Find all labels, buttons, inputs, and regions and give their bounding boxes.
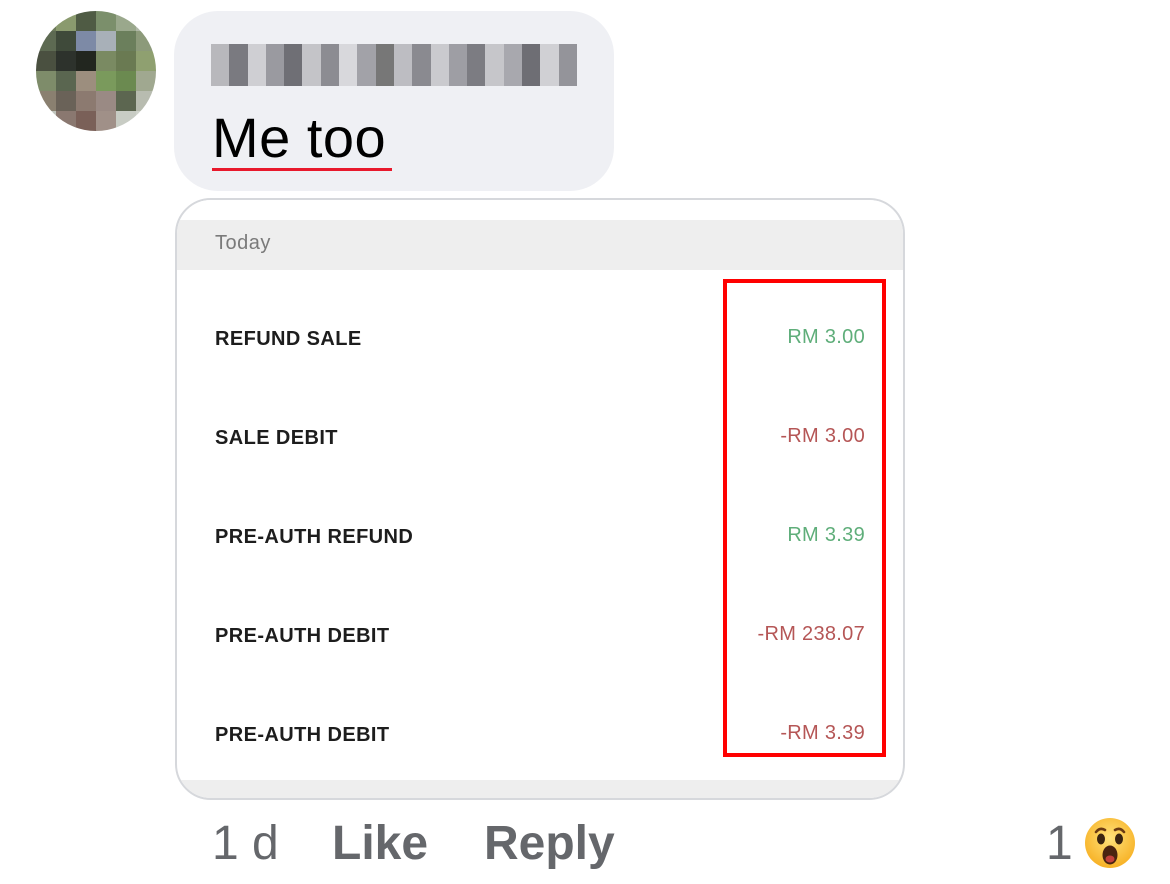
author-pixel	[503, 44, 523, 86]
transaction-label: SALE DEBIT	[215, 427, 338, 449]
transaction-label: PRE-AUTH DEBIT	[215, 724, 390, 746]
avatar-pixel	[76, 31, 96, 51]
avatar-pixel	[56, 91, 76, 111]
avatar-pixel	[116, 91, 136, 111]
author-pixel	[284, 44, 303, 86]
author-pixel	[430, 44, 449, 86]
author-pixel	[211, 44, 230, 86]
author-pixel	[485, 44, 504, 86]
avatar-pixel	[136, 11, 156, 31]
avatar-pixel	[76, 71, 96, 91]
section-header-label: Today	[215, 232, 271, 254]
avatar-pixel	[56, 31, 76, 51]
avatar-pixel	[136, 51, 156, 71]
comment-timestamp[interactable]: 1 d	[212, 816, 279, 872]
avatar-pixel	[136, 31, 156, 51]
avatar-pixel	[96, 31, 116, 51]
avatar-pixel	[36, 51, 56, 71]
reaction-count[interactable]: 1	[1046, 816, 1073, 872]
transaction-label: PRE-AUTH DEBIT	[215, 625, 390, 647]
avatar-pixel	[136, 91, 156, 111]
avatar-pixel	[136, 111, 156, 131]
avatar-pixel	[76, 11, 96, 31]
avatar-pixel	[116, 51, 136, 71]
author-name-redacted[interactable]	[211, 44, 577, 86]
author-pixel	[229, 44, 248, 86]
avatar-pixel	[96, 71, 116, 91]
author-pixel	[265, 44, 285, 86]
avatar-pixel	[76, 111, 96, 131]
avatar-pixel	[116, 31, 136, 51]
author-pixel	[247, 44, 266, 86]
author-pixel	[522, 44, 541, 86]
author-pixel	[375, 44, 394, 86]
avatar-pixel	[36, 91, 56, 111]
author-pixel	[357, 44, 376, 86]
avatar-pixel	[96, 51, 116, 71]
avatar-pixel	[116, 11, 136, 31]
avatar-pixel	[56, 71, 76, 91]
comment-thread: Me too Today REFUND SALE RM 3.00 SALE DE…	[0, 0, 1170, 884]
author-pixel	[320, 44, 340, 86]
highlight-annotation-box	[723, 279, 886, 757]
avatar-pixel	[136, 71, 156, 91]
avatar-pixel	[36, 111, 56, 131]
avatar-pixel	[36, 11, 56, 31]
author-pixel	[412, 44, 431, 86]
avatar-pixel	[96, 11, 116, 31]
like-button[interactable]: Like	[332, 816, 428, 872]
author-pixel	[339, 44, 358, 86]
avatar-pixel	[56, 11, 76, 31]
author-pixel	[393, 44, 413, 86]
author-pixel	[558, 44, 577, 86]
avatar-pixel	[36, 31, 56, 51]
avatar-pixel	[116, 71, 136, 91]
author-pixel	[467, 44, 486, 86]
avatar-pixel	[76, 51, 96, 71]
avatar-pixel	[96, 111, 116, 131]
comment-text: Me too	[212, 106, 387, 169]
avatar-pixel	[56, 51, 76, 71]
avatar-pixel	[116, 111, 136, 131]
author-pixel	[302, 44, 321, 86]
card-bottom-strip	[177, 780, 903, 798]
author-pixel	[540, 44, 559, 86]
avatar-pixel	[76, 91, 96, 111]
author-pixel	[448, 44, 468, 86]
avatar-pixel	[56, 111, 76, 131]
transaction-label: PRE-AUTH REFUND	[215, 526, 414, 548]
avatar-pixel	[96, 91, 116, 111]
avatar-pixel	[36, 71, 56, 91]
card-top-strip	[177, 200, 903, 220]
reply-button[interactable]: Reply	[484, 816, 615, 872]
transaction-label: REFUND SALE	[215, 328, 362, 350]
wow-emoji-icon[interactable]	[1084, 817, 1136, 869]
spellcheck-underline	[212, 168, 392, 171]
section-header: Today	[177, 220, 903, 270]
avatar[interactable]	[36, 11, 156, 131]
